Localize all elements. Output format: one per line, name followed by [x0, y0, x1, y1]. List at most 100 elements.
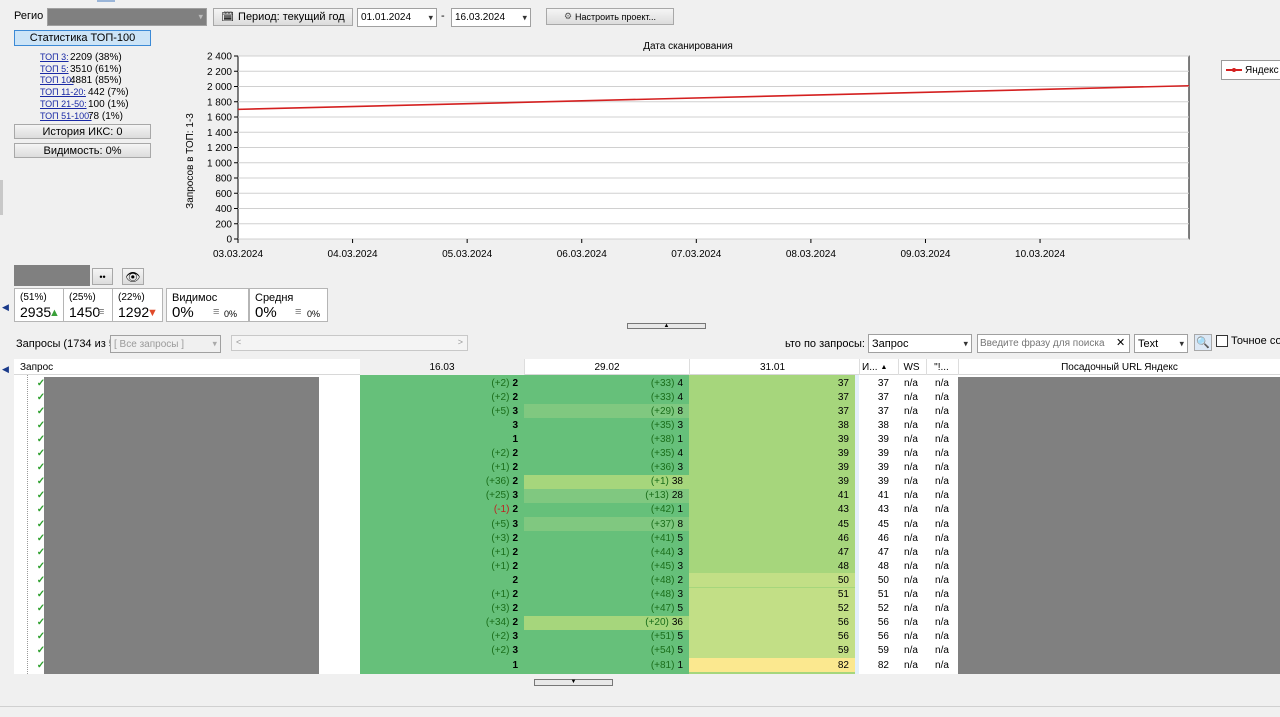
stat-row: ТОП 10:4881 (85%) — [40, 75, 122, 86]
cell-ws: n/a — [898, 475, 924, 489]
position-change: (+81) — [650, 659, 675, 671]
splitter-handle-down[interactable]: ▼ — [534, 679, 613, 686]
iks-history-button[interactable]: История ИКС: 0 — [14, 124, 151, 139]
eye-button[interactable]: 👁 — [122, 268, 144, 285]
queries-filter-select[interactable]: [ Все запросы ] ▾ — [110, 335, 221, 353]
horizontal-scrollbar[interactable]: < > — [231, 335, 468, 351]
filter-field-value: Запрос — [872, 337, 909, 350]
left-collapse-arrow-icon[interactable]: ◀ — [2, 364, 9, 375]
left-collapse-arrow-icon[interactable]: ◀ — [2, 302, 9, 313]
queries-count-label: Запросы (1734 из 5 — [16, 338, 115, 350]
position-value: 39 — [837, 433, 849, 445]
position-change: (+45) — [650, 560, 675, 572]
stat-label[interactable]: ТОП 51-100: — [40, 111, 92, 121]
position-value: 4 — [677, 391, 683, 403]
cell-date-1: (+5) 3 — [360, 404, 524, 418]
cell-date-3: 47 — [689, 545, 855, 559]
grid-body: ✓ (+2) 2 (+33) 4 37 37 n/a n/a ✓ (+2) 2 (+33) 4 37 37 n/… — [14, 375, 1280, 674]
stat-label[interactable]: ТОП 10: — [40, 75, 74, 85]
position-value: 1 — [677, 659, 683, 671]
stat-label[interactable]: ТОП 21-50: — [40, 99, 88, 109]
stat-label[interactable]: ТОП 5: — [40, 64, 70, 74]
cell-value: n/a — [904, 448, 918, 460]
cell-date-3: 41 — [689, 489, 855, 503]
y-tick-label: 1 800 — [207, 97, 232, 108]
cell-date-2: (+47) 5 — [524, 602, 689, 616]
scroll-left-icon[interactable]: < — [236, 337, 241, 347]
cell-value: n/a — [935, 490, 949, 502]
col-header-c4[interactable]: И... ▲ — [859, 359, 893, 375]
col-header-query[interactable]: Запрос — [20, 359, 53, 375]
query-text-column-redacted — [44, 377, 319, 674]
cell-date-3: 39 — [689, 432, 855, 446]
stat-value: 3510 (61%) — [70, 63, 122, 75]
top100-stats-button[interactable]: Статистика ТОП-100 — [14, 30, 151, 46]
x-tick-label: 08.03.2024 — [786, 249, 836, 260]
cell-date-1: 1 — [360, 432, 524, 446]
search-input[interactable] — [977, 334, 1130, 353]
cell-date-1: (+2) 2 — [360, 376, 524, 390]
search-button[interactable]: 🔍 — [1194, 334, 1212, 351]
period-button[interactable]: 🗓 Период: текущий год — [213, 8, 353, 26]
cell-value: n/a — [935, 504, 949, 516]
splitter-handle-up[interactable]: ▲ — [627, 323, 706, 329]
dots-icon: •• — [99, 271, 106, 282]
col-header-date-1[interactable]: 16.03 — [360, 359, 524, 375]
date-to-input[interactable]: 16.03.2024 ▾ — [451, 8, 531, 27]
summary-card-visibility: Видимос 0% ≡ 0% — [166, 288, 249, 322]
cell-date-2: (+35) 3 — [524, 418, 689, 432]
cell-date-3: 51 — [689, 588, 855, 602]
filter-field-select[interactable]: Запрос ▾ — [868, 334, 972, 353]
calendar-icon: 🗓 — [221, 11, 235, 23]
stat-label[interactable]: ТОП 3: — [40, 52, 70, 62]
cell-ws: n/a — [898, 447, 924, 461]
cell-value: 39 — [877, 476, 889, 488]
position-change: (+35) — [650, 448, 675, 460]
position-value: 5 — [677, 603, 683, 615]
scan-date-chart: Дата сканирования Запросов в ТОП: 1-3 0 2… — [185, 41, 1190, 260]
stat-row: ТОП 11-20: 442 (7%) — [40, 87, 129, 98]
exact-match-checkbox[interactable] — [1216, 335, 1228, 347]
col-header-ws[interactable]: WS — [898, 359, 924, 375]
cell-date-2: (+33) 4 — [524, 376, 689, 390]
col-header-landing-url[interactable]: Посадочный URL Яндекс — [958, 359, 1280, 375]
region-select[interactable]: ▾ — [47, 8, 207, 26]
project-settings-button[interactable]: ⚙ Настроить проект... — [546, 8, 674, 25]
status-bar — [0, 706, 1280, 717]
col-header-date-2[interactable]: 29.02 — [524, 359, 689, 375]
stat-label[interactable]: ТОП 11-20: — [40, 87, 88, 97]
position-value: 2 — [677, 574, 683, 586]
y-tick-label: 600 — [215, 189, 232, 200]
cell-c4: 82 — [859, 658, 891, 672]
summary-card-pct: (25%) — [69, 292, 96, 303]
cell-date-1: (+1) 2 — [360, 545, 524, 559]
col-header-c4-label: И... — [862, 361, 878, 373]
cell-value: n/a — [904, 419, 918, 431]
cell-value: n/a — [935, 645, 949, 657]
date-from-input[interactable]: 01.01.2024 ▾ — [357, 8, 437, 27]
side-splitter-top[interactable] — [0, 180, 3, 215]
cell-exact: n/a — [928, 517, 956, 531]
cell-date-1: (+2) 3 — [360, 630, 524, 644]
cell-value: n/a — [904, 617, 918, 629]
stat-row: ТОП 3:2209 (38%) — [40, 52, 122, 63]
position-change: (+33) — [650, 377, 675, 389]
cell-date-3: 56 — [689, 630, 855, 644]
search-mode-select[interactable]: Text ▾ — [1134, 334, 1188, 353]
view-toggle-button[interactable]: •• — [92, 268, 113, 285]
col-header-exact[interactable]: "!... — [926, 359, 956, 375]
clear-search-icon[interactable]: ✕ — [1116, 336, 1125, 349]
cell-value: n/a — [935, 476, 949, 488]
col-header-date-3[interactable]: 31.01 — [689, 359, 855, 375]
summary-card-value: 1450 — [69, 304, 101, 320]
y-tick-label: 800 — [215, 174, 232, 185]
date-from-value: 01.01.2024 — [361, 12, 412, 23]
cell-c4: 37 — [859, 390, 891, 404]
equal-icon: ≡ — [213, 306, 220, 318]
visibility-button[interactable]: Видимость: 0% — [14, 143, 151, 158]
scroll-right-icon[interactable]: > — [458, 337, 463, 347]
cell-exact: n/a — [928, 559, 956, 573]
position-change: (+1) — [491, 462, 510, 474]
position-change: (+48) — [650, 589, 675, 601]
stat-row: ТОП 5:3510 (61%) — [40, 64, 122, 75]
